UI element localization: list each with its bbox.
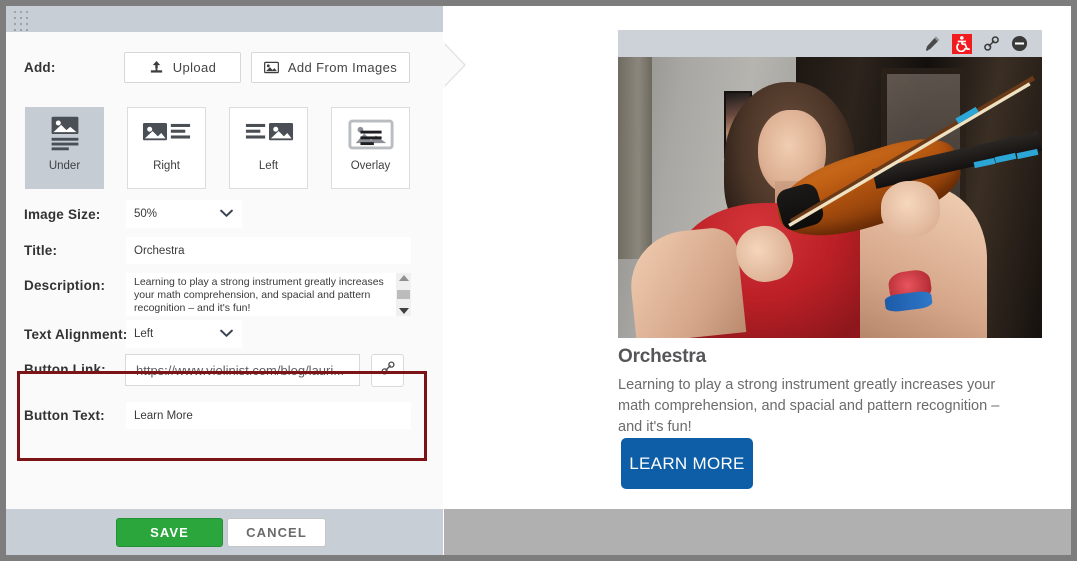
text-alignment-value: Left: [134, 328, 154, 340]
remove-icon[interactable]: [1011, 35, 1028, 52]
learn-more-label: LEARN MORE: [629, 453, 745, 473]
layout-under-label: Under: [48, 160, 81, 172]
preview-toolbar: [618, 30, 1042, 57]
upload-icon: [149, 60, 164, 75]
layout-options: Under Right Left Overlay: [25, 107, 435, 189]
text-alignment-label: Text Alignment:: [24, 327, 128, 342]
preview-panel: Orchestra Learning to play a strong inst…: [444, 6, 1071, 555]
image-size-row: Image Size: 50%: [6, 200, 443, 232]
add-label: Add:: [24, 60, 56, 75]
layout-under-icon: [43, 108, 87, 160]
upload-button-label: Upload: [172, 60, 217, 75]
cancel-button-label: CANCEL: [246, 525, 307, 540]
scrollbar-thumb[interactable]: [397, 290, 410, 299]
preview-image: [618, 57, 1042, 338]
text-alignment-select[interactable]: Left: [126, 320, 242, 348]
scroll-up-icon[interactable]: [398, 275, 409, 281]
description-row: Description: Learning to play a strong i…: [6, 273, 443, 319]
scroll-down-icon[interactable]: [398, 308, 409, 314]
cancel-button[interactable]: CANCEL: [227, 518, 326, 547]
layout-left-icon: [244, 108, 294, 160]
add-row: Add: Upload Add From Images: [6, 52, 443, 88]
preview-title: Orchestra: [618, 346, 706, 367]
editor-titlebar[interactable]: [6, 6, 443, 32]
preview-footer: [444, 509, 1071, 555]
description-value: Learning to play a strong instrument gre…: [134, 276, 384, 314]
upload-button[interactable]: Upload: [124, 52, 241, 83]
layout-overlay-label: Overlay: [350, 160, 391, 172]
window-frame-bottom: [0, 555, 1077, 561]
layout-left-label: Left: [258, 160, 279, 172]
title-input[interactable]: Orchestra: [126, 237, 411, 264]
text-alignment-row: Text Alignment: Left: [6, 320, 443, 352]
image-icon: [263, 60, 279, 75]
save-button-label: SAVE: [150, 525, 189, 540]
layout-right-label: Right: [153, 160, 180, 172]
violin-photo: [618, 57, 1042, 338]
add-from-images-button[interactable]: Add From Images: [251, 52, 410, 83]
layout-option-left[interactable]: Left: [229, 107, 308, 189]
editor-footer: SAVE CANCEL: [6, 509, 443, 555]
layout-option-under[interactable]: Under: [25, 107, 104, 189]
save-button[interactable]: SAVE: [116, 518, 223, 547]
drag-handle-icon[interactable]: [14, 11, 30, 31]
title-label: Title:: [24, 243, 58, 258]
window-frame-right: [1071, 0, 1077, 561]
title-row: Title: Orchestra: [6, 237, 443, 267]
description-textarea[interactable]: Learning to play a strong instrument gre…: [126, 273, 411, 316]
window-frame-top: [0, 0, 1077, 6]
add-from-images-label: Add From Images: [287, 60, 398, 75]
title-value: Orchestra: [134, 244, 185, 257]
description-scrollbar[interactable]: [396, 273, 411, 316]
image-size-label: Image Size:: [24, 207, 101, 222]
learn-more-button[interactable]: LEARN MORE: [621, 438, 753, 489]
layout-overlay-icon: [347, 108, 395, 160]
image-size-value: 50%: [134, 208, 158, 220]
link-icon[interactable]: [983, 35, 1000, 52]
description-label: Description:: [24, 278, 106, 293]
layout-right-icon: [142, 108, 192, 160]
image-editor-panel: Add: Upload Add From Images Under Right …: [6, 6, 466, 555]
button-link-highlight: [17, 371, 427, 461]
editor-body: Add: Upload Add From Images Under Right …: [6, 32, 443, 509]
app-root: Add: Upload Add From Images Under Right …: [0, 0, 1077, 561]
edit-icon[interactable]: [924, 35, 941, 52]
layout-option-overlay[interactable]: Overlay: [331, 107, 410, 189]
accessibility-icon[interactable]: [952, 33, 972, 54]
preview-description: Learning to play a strong instrument gre…: [618, 377, 1000, 435]
chevron-down-icon: [220, 209, 233, 221]
image-size-select[interactable]: 50%: [126, 200, 242, 228]
layout-option-right[interactable]: Right: [127, 107, 206, 189]
window-frame-left: [0, 0, 6, 561]
chevron-down-icon: [220, 329, 233, 341]
